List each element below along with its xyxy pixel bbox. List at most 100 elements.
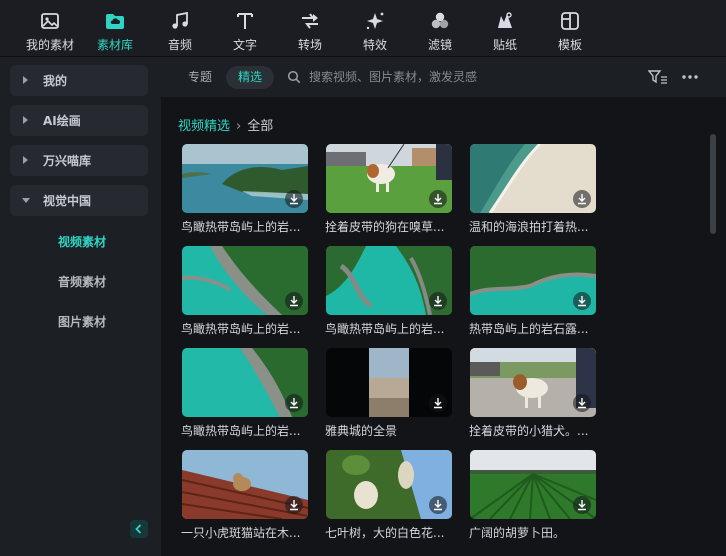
media-title: 热带岛屿上的岩石露... [469, 322, 589, 336]
chevron-right-icon: › [236, 119, 242, 134]
media-title: 鸟瞰热带岛屿上的岩... [325, 322, 445, 336]
media-thumbnail[interactable] [326, 246, 452, 315]
vertical-scrollbar[interactable] [710, 134, 716, 234]
category-label: 我的 [43, 74, 68, 88]
media-thumbnail[interactable] [470, 246, 596, 315]
download-button[interactable] [285, 496, 303, 514]
tool-templates[interactable]: 模板 [538, 8, 602, 54]
download-icon [578, 500, 586, 511]
tool-my-media[interactable]: 我的素材 [18, 8, 82, 54]
media-thumbnail[interactable] [470, 450, 596, 519]
media-thumbnail[interactable] [326, 144, 452, 213]
caret-down-icon [22, 198, 30, 203]
download-icon [434, 398, 442, 409]
transition-arrows-icon [302, 13, 318, 29]
filter-funnel-icon[interactable] [648, 69, 668, 85]
tool-label: 音频 [167, 38, 192, 52]
media-title: 广阔的胡萝卜田。 [469, 526, 566, 540]
media-thumbnail[interactable] [470, 348, 596, 417]
search-input[interactable] [309, 68, 609, 86]
tool-label: 文字 [232, 38, 257, 52]
featured-tab[interactable]: 精选 [226, 66, 274, 89]
breadcrumb-parent[interactable]: 视频精选 [178, 119, 230, 134]
sidebar-category-ai-art[interactable]: AI绘画 [10, 105, 148, 136]
download-icon [578, 194, 586, 205]
chevron-left-icon [135, 524, 142, 534]
sidebar-category-mine[interactable]: 我的 [10, 65, 148, 96]
tool-text[interactable]: 文字 [213, 8, 277, 54]
media-thumbnail[interactable] [182, 450, 308, 519]
tool-label: 滤镜 [427, 38, 452, 52]
download-button[interactable] [285, 394, 303, 412]
tool-effects[interactable]: 特效 [343, 8, 407, 54]
download-button[interactable] [429, 292, 447, 310]
media-thumbnail[interactable] [182, 144, 308, 213]
sidebar: 我的 AI绘画 万兴喵库 视觉中国 视频素材 音频素材 图片素材 [0, 57, 161, 556]
media-thumbnail[interactable] [326, 450, 452, 519]
tool-stickers[interactable]: 贴纸 [473, 8, 537, 54]
music-note-icon [172, 11, 188, 29]
media-thumbnail[interactable] [182, 348, 308, 417]
category-label: 万兴喵库 [43, 154, 92, 168]
download-button[interactable] [573, 190, 591, 208]
media-title: 拴着皮带的小猎犬。... [469, 424, 589, 438]
tool-filters[interactable]: 滤镜 [408, 8, 472, 54]
tool-label: 模板 [557, 38, 582, 52]
collapse-sidebar-button[interactable] [130, 520, 148, 538]
download-button[interactable] [429, 190, 447, 208]
media-thumbnail[interactable] [182, 246, 308, 315]
download-button[interactable] [285, 190, 303, 208]
download-icon [290, 194, 298, 205]
media-title: 温和的海浪拍打着热... [469, 220, 589, 234]
sidebar-item-video[interactable]: 视频素材 [58, 233, 106, 250]
content-area: 视频精选 › 全部 鸟瞰热带岛屿上的岩... 拴着皮带的狗在嗅草... 温和的海… [161, 97, 726, 556]
sidebar-item-audio[interactable]: 音频素材 [58, 273, 106, 290]
sidebar-item-image[interactable]: 图片素材 [58, 313, 106, 330]
download-button[interactable] [285, 292, 303, 310]
media-title: 一只小虎斑猫站在木... [181, 526, 301, 540]
tool-label: 素材库 [96, 38, 133, 52]
download-button[interactable] [573, 394, 591, 412]
tool-transition[interactable]: 转场 [278, 8, 342, 54]
download-icon [290, 398, 298, 409]
filter-circles-icon [431, 12, 449, 29]
template-grid-icon [561, 12, 579, 30]
sticker-icon [498, 12, 512, 28]
text-t-icon [237, 13, 253, 29]
category-label: 视觉中国 [43, 194, 92, 208]
tool-label: 转场 [297, 38, 322, 52]
breadcrumb: 视频精选 › 全部 [178, 115, 273, 134]
filter-bar: 专题 精选 [161, 57, 726, 97]
sidebar-category-vcg[interactable]: 视觉中国 [10, 185, 148, 216]
sparkle-star-icon [366, 12, 384, 30]
more-options-icon[interactable] [681, 69, 699, 85]
media-thumbnail[interactable] [470, 144, 596, 213]
download-icon [578, 398, 586, 409]
media-title: 拴着皮带的狗在嗅草... [325, 220, 445, 234]
tool-label: 贴纸 [492, 38, 517, 52]
sidebar-category-wondershare[interactable]: 万兴喵库 [10, 145, 148, 176]
cloud-folder-icon [106, 14, 124, 29]
caret-right-icon [23, 116, 28, 124]
download-icon [434, 500, 442, 511]
tool-stock-library[interactable]: 素材库 [83, 8, 147, 54]
download-button[interactable] [429, 496, 447, 514]
media-title: 鸟瞰热带岛屿上的岩... [181, 322, 301, 336]
download-button[interactable] [573, 496, 591, 514]
media-title: 鸟瞰热带岛屿上的岩... [181, 220, 301, 234]
top-toolbar: 我的素材 素材库 音频 文字 转场 特效 滤镜 贴纸 模板 [0, 0, 726, 57]
download-icon [434, 296, 442, 307]
media-thumbnail[interactable] [326, 348, 452, 417]
tool-label: 特效 [362, 38, 387, 52]
topic-tab[interactable]: 专题 [188, 66, 212, 89]
download-icon [578, 296, 586, 307]
download-button[interactable] [573, 292, 591, 310]
search-icon [287, 70, 301, 84]
download-button[interactable] [429, 394, 447, 412]
caret-right-icon [23, 156, 28, 164]
tool-audio[interactable]: 音频 [148, 8, 212, 54]
tool-label: 我的素材 [25, 38, 74, 52]
caret-right-icon [23, 76, 28, 84]
download-icon [290, 296, 298, 307]
download-icon [290, 500, 298, 511]
